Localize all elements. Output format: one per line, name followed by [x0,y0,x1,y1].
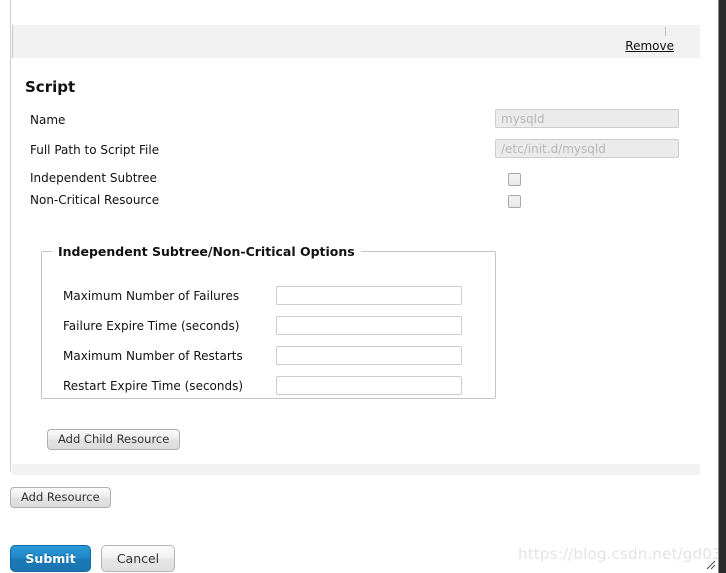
label-full-path-to-script-file: Full Path to Script File [30,143,160,157]
input-name[interactable] [495,109,679,128]
independent-subtree-options-fieldset: Independent Subtree/Non-Critical Options… [41,244,496,399]
label-independent-subtree: Independent Subtree [30,171,157,185]
label-name: Name [30,113,66,127]
checkbox-independent-subtree[interactable] [508,173,521,186]
form-row-independent-subtree: Independent Subtree [12,168,688,192]
add-resource-button[interactable]: Add Resource [10,487,111,508]
submit-button[interactable]: Submit [10,545,91,572]
watermark-text: https://blog.csdn.net/gd0306 [518,545,726,563]
form-row-non-critical-resource: Non-Critical Resource [12,190,688,214]
header-tick-mark [665,27,666,36]
cancel-button[interactable]: Cancel [101,545,175,572]
options-fieldset-legend: Independent Subtree/Non-Critical Options [58,244,355,259]
remove-resource-link[interactable]: Remove [625,39,674,53]
option-row-max-failures: Maximum Number of Failures [42,286,497,308]
input-restart-expire-time[interactable] [276,376,462,395]
form-row-name: Name [12,109,688,133]
resource-content: Script Name Full Path to Script File Ind… [12,58,688,464]
label-maximum-number-of-restarts: Maximum Number of Restarts [63,349,243,363]
label-restart-expire-time: Restart Expire Time (seconds) [63,379,244,393]
checkbox-non-critical-resource[interactable] [508,195,521,208]
input-maximum-number-of-failures[interactable] [276,286,462,305]
option-row-restart-expire-time: Restart Expire Time (seconds) [42,376,497,398]
label-non-critical-resource: Non-Critical Resource [30,193,160,207]
option-row-max-restarts: Maximum Number of Restarts [42,346,497,368]
input-maximum-number-of-restarts[interactable] [276,346,462,365]
add-child-resource-button[interactable]: Add Child Resource [47,429,181,450]
label-maximum-number-of-failures: Maximum Number of Failures [63,289,240,303]
resource-panel-footer [12,464,700,475]
form-row-script-path: Full Path to Script File [12,139,688,163]
option-row-failure-expire-time: Failure Expire Time (seconds) [42,316,497,338]
resize-grip-icon[interactable] [704,558,716,570]
window-right-edge [718,0,726,573]
resource-header-bar: Remove [12,25,700,58]
label-failure-expire-time: Failure Expire Time (seconds) [63,319,240,333]
panel-top-gap [22,0,698,19]
page-viewport: Add Child Resource Remove Script Name Fu… [0,0,726,573]
input-full-path-to-script-file[interactable] [495,139,679,158]
input-failure-expire-time[interactable] [276,316,462,335]
section-title-script: Script [25,78,76,96]
